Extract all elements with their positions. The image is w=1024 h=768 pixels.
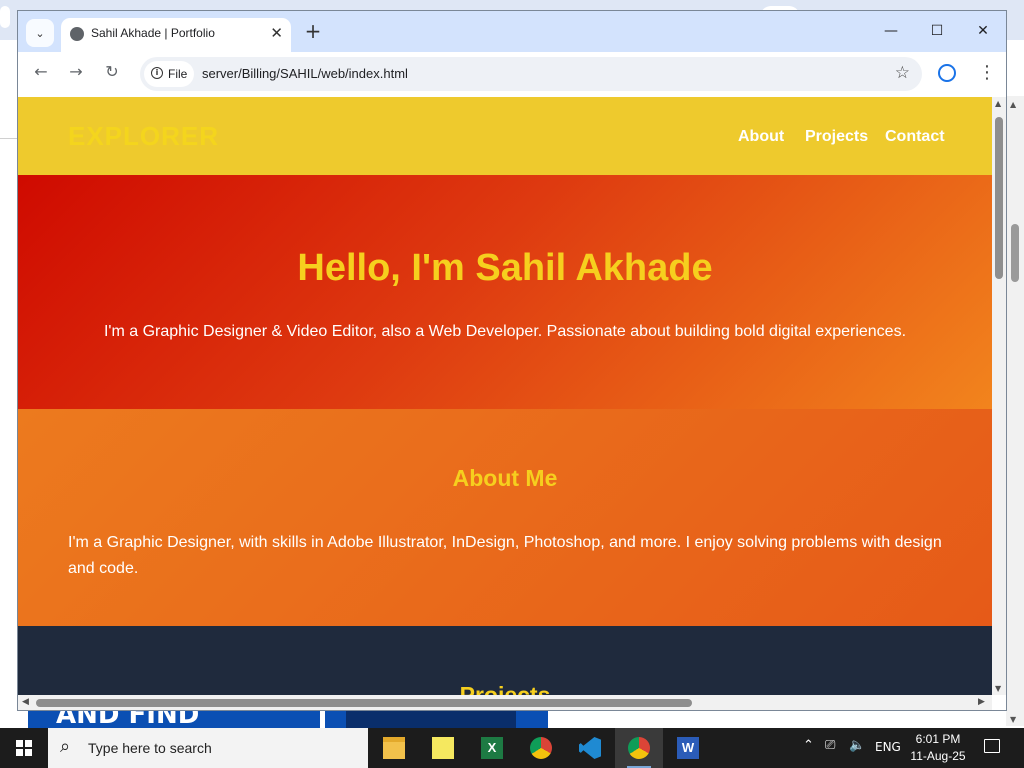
scroll-up-arrow-icon[interactable]: ▲: [995, 99, 1001, 108]
background-scrollbar[interactable]: ▲ ▼: [1006, 96, 1024, 726]
vscode-app[interactable]: [566, 728, 614, 768]
language-indicator[interactable]: ENG: [875, 740, 901, 754]
vscode-icon: [579, 737, 601, 759]
network-icon[interactable]: ⎚: [825, 738, 835, 753]
nav-link-about[interactable]: About: [738, 128, 784, 146]
browser-toolbar: ← → ↻ i File server/Billing/SAHIL/web/in…: [18, 52, 1006, 97]
page-horizontal-scrollbar[interactable]: ◀ ▶: [18, 695, 992, 710]
banner-block: [346, 710, 516, 728]
globe-icon: [70, 27, 84, 41]
minimize-button[interactable]: —: [868, 19, 914, 43]
nav-link-projects[interactable]: Projects: [805, 128, 868, 146]
profile-icon[interactable]: [938, 64, 956, 82]
search-icon: ⌕: [60, 736, 71, 757]
notification-center-icon[interactable]: [984, 739, 1000, 753]
word-icon: W: [677, 737, 699, 759]
url-text[interactable]: server/Billing/SAHIL/web/index.html: [202, 66, 408, 81]
vertical-scroll-thumb[interactable]: [995, 117, 1003, 279]
chrome-icon: [628, 737, 650, 759]
forward-button[interactable]: →: [63, 62, 89, 88]
about-section: About Me I'm a Graphic Designer, with sk…: [18, 409, 992, 626]
address-bar[interactable]: i File server/Billing/SAHIL/web/index.ht…: [140, 57, 922, 91]
clock[interactable]: 6:01 PM 11-Aug-25: [900, 731, 976, 765]
info-icon: i: [151, 67, 163, 79]
about-title: About Me: [452, 465, 558, 491]
sticky-app[interactable]: [419, 728, 467, 768]
chrome-icon: [530, 737, 552, 759]
start-button[interactable]: [0, 728, 48, 768]
taskbar-search-box[interactable]: ⌕ Type here to search: [48, 728, 368, 768]
browser-window: ⌄ Sahil Akhade | Portfolio ✕ + — ☐ ✕ ← →…: [17, 10, 1007, 711]
site-brand-logo[interactable]: EXPLORER: [68, 121, 219, 152]
folder-icon: [383, 737, 405, 759]
hero-title: Hello, I'm Sahil Akhade: [297, 247, 713, 289]
tab-close-icon[interactable]: ✕: [270, 24, 283, 42]
sticky-notes-icon: [432, 737, 454, 759]
close-window-button[interactable]: ✕: [960, 19, 1006, 43]
windows-logo-icon: [16, 740, 32, 756]
reload-button[interactable]: ↻: [99, 62, 125, 88]
excel-icon: X: [481, 737, 503, 759]
maximize-button[interactable]: ☐: [914, 19, 960, 43]
site-navbar: EXPLORER About Projects Contact: [18, 97, 992, 175]
chrome-app-active[interactable]: [615, 728, 663, 768]
about-text: I'm a Graphic Designer, with skills in A…: [68, 534, 942, 577]
page-vertical-scrollbar[interactable]: ▲ ▼: [992, 97, 1006, 695]
horizontal-scroll-thumb[interactable]: [36, 699, 692, 707]
scroll-up-arrow-icon[interactable]: ▲: [1010, 100, 1016, 109]
hero-section: Hello, I'm Sahil Akhade I'm a Graphic De…: [18, 175, 992, 409]
active-tab[interactable]: Sahil Akhade | Portfolio ✕: [61, 18, 291, 52]
projects-title: Projects: [459, 682, 551, 695]
background-panel-divider: [0, 100, 18, 139]
page-viewport: EXPLORER About Projects Contact Hello, I…: [18, 97, 992, 695]
bookmark-star-icon[interactable]: ☆: [895, 63, 910, 83]
new-tab-button[interactable]: +: [301, 19, 325, 43]
scroll-left-arrow-icon[interactable]: ◀: [22, 697, 29, 707]
menu-kebab-icon[interactable]: ⋮: [978, 62, 996, 83]
tab-search-button[interactable]: ⌄: [26, 19, 54, 47]
volume-icon[interactable]: 🔈: [849, 738, 865, 753]
windows-taskbar: ⌕ Type here to search X W ⌃ ⎚ 🔈 ENG 6:01…: [0, 728, 1024, 768]
file-explorer-app[interactable]: [370, 728, 418, 768]
word-app[interactable]: W: [664, 728, 712, 768]
back-button[interactable]: ←: [28, 62, 54, 88]
chevron-down-icon: ⌄: [35, 26, 45, 40]
site-info-chip[interactable]: i File: [144, 61, 194, 87]
background-scroll-thumb[interactable]: [1011, 224, 1019, 282]
tab-strip: ⌄ Sahil Akhade | Portfolio ✕ + — ☐ ✕: [18, 11, 1006, 52]
scroll-right-arrow-icon[interactable]: ▶: [978, 697, 985, 707]
hero-subtitle: I'm a Graphic Designer & Video Editor, a…: [103, 323, 907, 340]
scroll-down-arrow-icon[interactable]: ▼: [995, 684, 1001, 693]
background-tab: [0, 6, 10, 28]
clock-time: 6:01 PM: [915, 732, 961, 746]
tab-title: Sahil Akhade | Portfolio: [91, 26, 215, 40]
scroll-down-arrow-icon[interactable]: ▼: [1010, 715, 1016, 724]
nav-link-contact[interactable]: Contact: [885, 128, 945, 146]
projects-section: Projects: [18, 626, 992, 695]
excel-app[interactable]: X: [468, 728, 516, 768]
chrome-app[interactable]: [517, 728, 565, 768]
clock-date: 11-Aug-25: [910, 749, 966, 763]
file-chip-label: File: [168, 67, 188, 81]
taskbar-search-placeholder: Type here to search: [88, 740, 212, 756]
show-hidden-icons-chevron-icon[interactable]: ⌃: [803, 738, 814, 753]
